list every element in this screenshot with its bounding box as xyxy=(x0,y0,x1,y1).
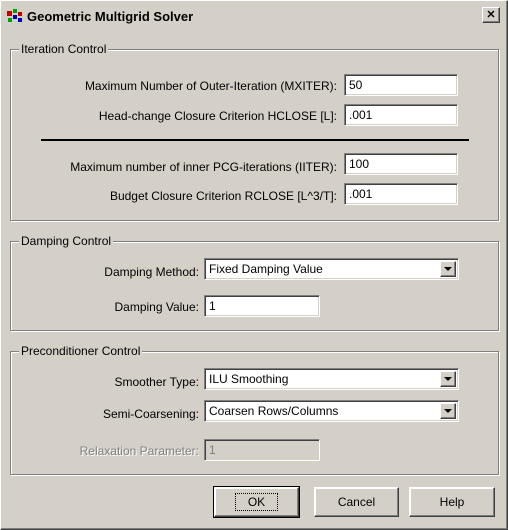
smoother-type-select[interactable]: ILU Smoothing xyxy=(204,368,459,390)
semi-coarsening-label: Semi-Coarsening: xyxy=(102,407,199,421)
iiter-input[interactable]: 100 xyxy=(344,153,458,175)
smoother-type-value: ILU Smoothing xyxy=(209,372,289,386)
damping-control-group: Damping Control xyxy=(10,234,499,331)
rclose-input[interactable]: .001 xyxy=(344,183,458,205)
damping-control-legend: Damping Control xyxy=(19,234,114,248)
iiter-label: Maximum number of inner PCG-iterations (… xyxy=(70,160,337,174)
damping-value-label: Damping Value: xyxy=(114,300,200,314)
mxiter-label: Maximum Number of Outer-Iteration (MXITE… xyxy=(84,79,337,93)
ok-button[interactable]: OK xyxy=(213,486,300,518)
help-button[interactable]: Help xyxy=(409,487,495,517)
chevron-down-icon[interactable] xyxy=(440,261,456,277)
damping-method-label: Damping Method: xyxy=(104,265,199,279)
damping-method-value: Fixed Damping Value xyxy=(209,262,323,276)
chevron-down-icon[interactable] xyxy=(440,371,456,387)
rclose-label: Budget Closure Criterion RCLOSE [L^3/T]: xyxy=(109,189,337,203)
relaxation-parameter-label: Relaxation Parameter: xyxy=(79,444,199,458)
title-bar[interactable]: Geometric Multigrid Solver ✕ xyxy=(4,4,504,28)
hclose-label: Head-change Closure Criterion HCLOSE [L]… xyxy=(98,109,337,123)
iteration-control-legend: Iteration Control xyxy=(19,42,109,56)
window-title: Geometric Multigrid Solver xyxy=(27,8,194,24)
help-button-label: Help xyxy=(439,495,465,509)
close-icon: ✕ xyxy=(486,8,496,21)
app-grid-icon xyxy=(7,9,23,23)
close-button[interactable]: ✕ xyxy=(482,7,500,23)
mxiter-input[interactable]: 50 xyxy=(344,74,458,96)
semi-coarsening-value: Coarsen Rows/Columns xyxy=(209,404,339,418)
damping-value-input[interactable]: 1 xyxy=(204,295,320,317)
smoother-type-label: Smoother Type: xyxy=(114,375,200,389)
semi-coarsening-select[interactable]: Coarsen Rows/Columns xyxy=(204,400,459,422)
chevron-down-icon[interactable] xyxy=(440,403,456,419)
cancel-button-label: Cancel xyxy=(337,495,376,509)
preconditioner-control-legend: Preconditioner Control xyxy=(19,344,143,358)
hclose-input[interactable]: .001 xyxy=(344,104,458,126)
section-separator xyxy=(41,139,469,141)
damping-method-select[interactable]: Fixed Damping Value xyxy=(204,258,459,280)
dialog-window: Geometric Multigrid Solver ✕ Iteration C… xyxy=(0,0,508,530)
relaxation-parameter-input: 1 xyxy=(204,439,320,461)
cancel-button[interactable]: Cancel xyxy=(314,487,399,517)
ok-button-label: OK xyxy=(234,493,279,511)
